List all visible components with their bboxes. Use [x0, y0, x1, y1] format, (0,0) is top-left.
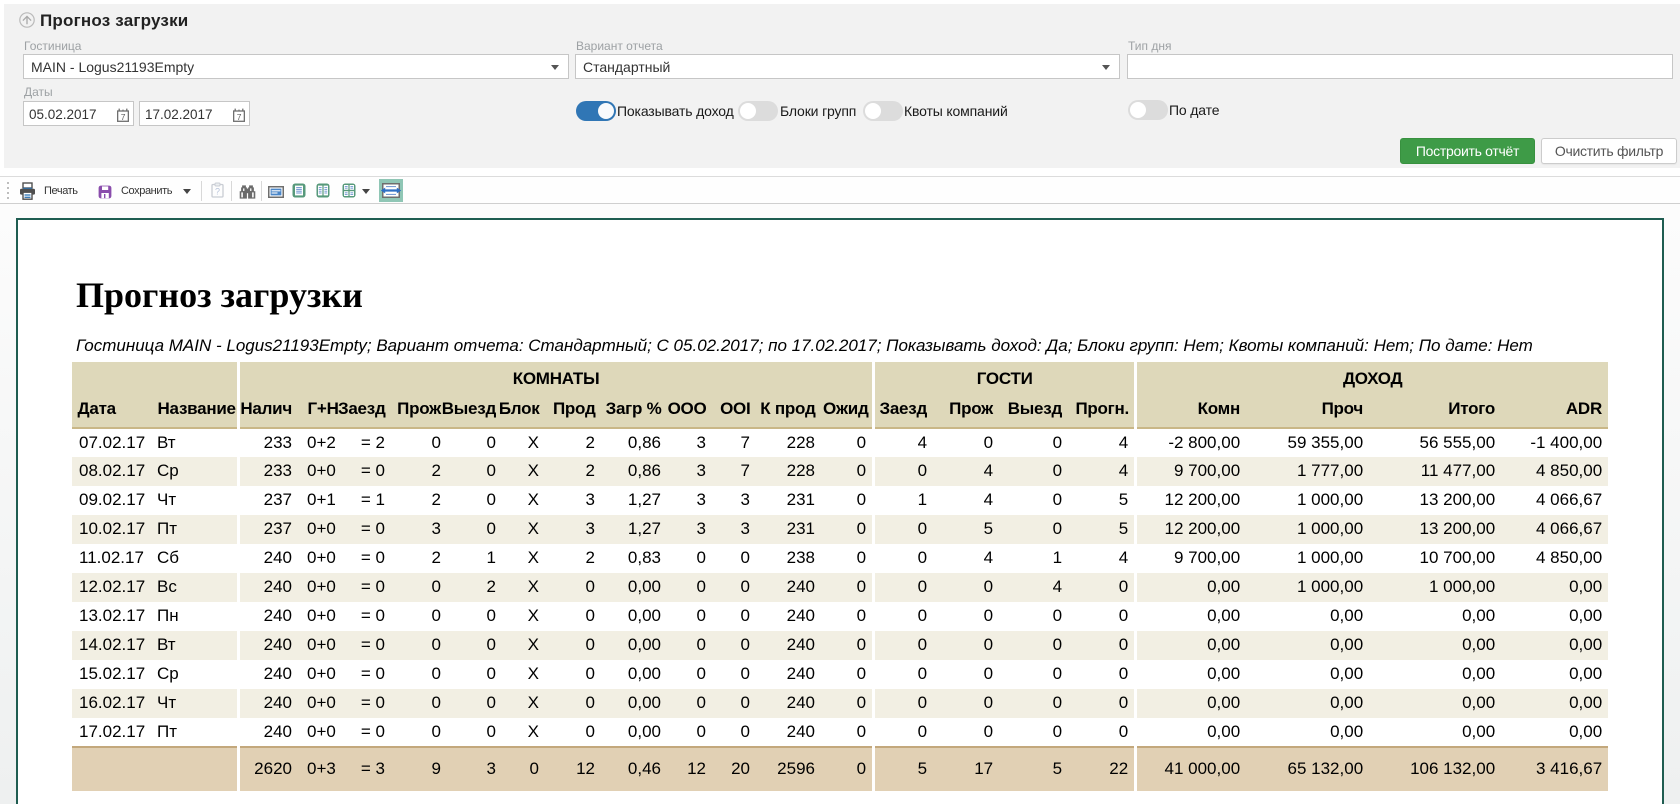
svg-text:?: ?: [215, 187, 220, 197]
svg-text:7: 7: [121, 112, 126, 122]
svg-text:7: 7: [237, 112, 242, 122]
